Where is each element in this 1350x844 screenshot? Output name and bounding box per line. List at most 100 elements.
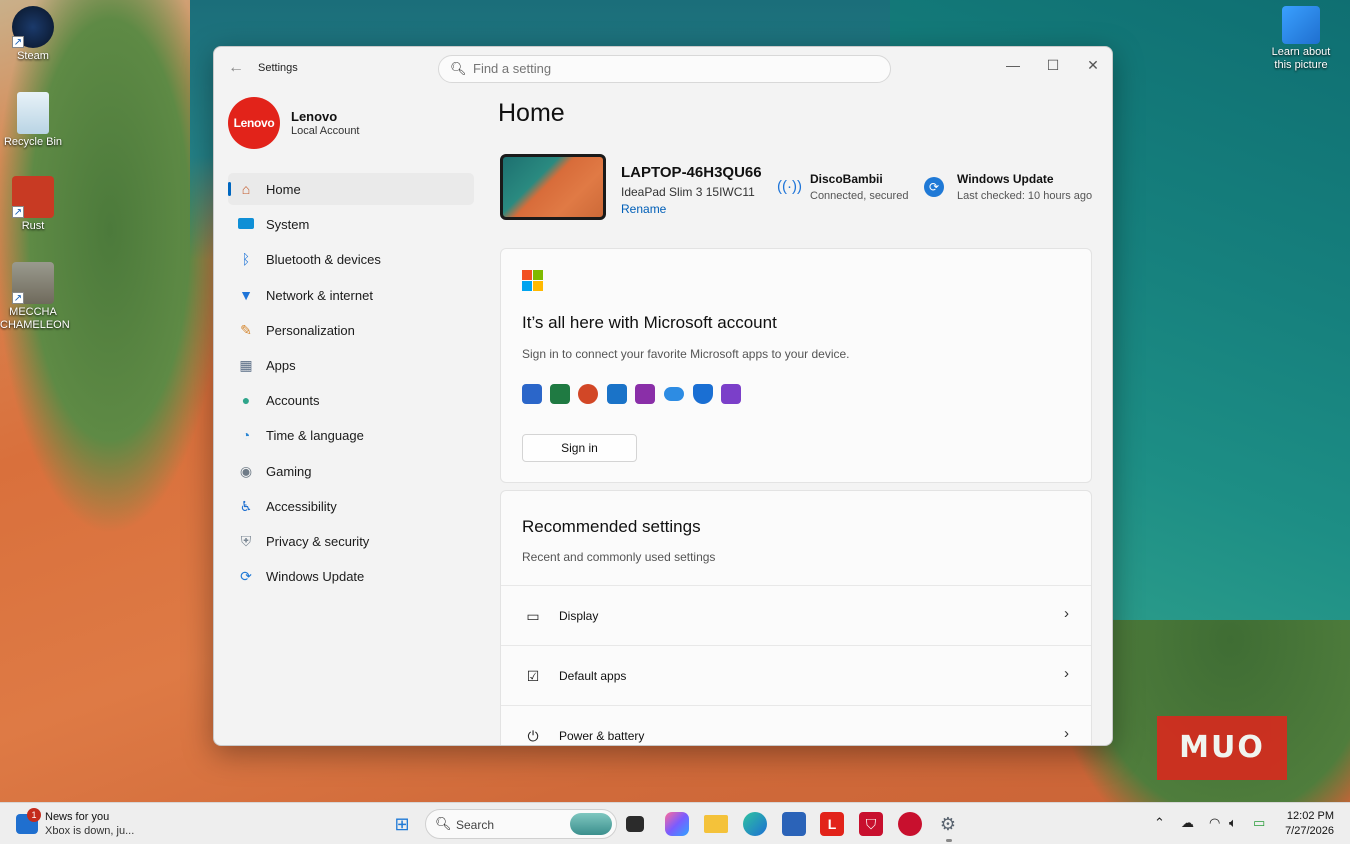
desktop-icon-label: Learn about this picture <box>1271 46 1331 71</box>
battery-charging-icon[interactable]: ▭ <box>1253 815 1265 831</box>
device-wallpaper-thumbnail <box>500 154 606 220</box>
desktop-icon-rust[interactable]: ↗ Rust <box>0 176 66 233</box>
close-button[interactable]: ✕ <box>1073 51 1112 79</box>
ms-account-heading: It’s all here with Microsoft account <box>522 313 777 332</box>
default-apps-icon: ☑ <box>526 668 540 684</box>
recommended-description: Recent and commonly used settings <box>522 550 716 564</box>
chameleon-icon: ↗ <box>12 262 54 304</box>
find-setting-input[interactable] <box>473 61 873 76</box>
nav-item-time-language[interactable]: ◔ Time & language <box>228 419 474 451</box>
news-title: News for you <box>45 811 110 823</box>
desktop-icon-steam[interactable]: ↗ Steam <box>0 6 66 63</box>
network-name[interactable]: DiscoBambii <box>810 172 883 186</box>
nav-item-accounts[interactable]: ● Accounts <box>228 384 474 416</box>
excel-icon <box>550 384 570 404</box>
page-title: Home <box>498 99 565 127</box>
chevron-right-icon: › <box>1064 665 1069 682</box>
desktop-icon-meccha-chameleon[interactable]: ↗ MECCHA CHAMELEON <box>0 262 70 332</box>
ms-account-description: Sign in to connect your favorite Microso… <box>522 347 850 361</box>
desktop-icon-spotlight[interactable]: Learn about this picture <box>1268 6 1334 72</box>
nav-item-gaming[interactable]: ◉ Gaming <box>228 455 474 487</box>
nav-item-label: Personalization <box>266 322 355 338</box>
notification-badge: 1 <box>27 808 41 822</box>
sign-in-button[interactable]: Sign in <box>522 434 637 462</box>
edge-icon[interactable] <box>743 812 767 836</box>
maximize-button[interactable]: ☐ <box>1033 51 1073 79</box>
recommended-settings-card: Recommended settings Recent and commonly… <box>500 490 1092 745</box>
nav-item-system[interactable]: System <box>228 208 474 240</box>
settings-window: ← Settings 🔍︎ — ☐ ✕ Lenovo Lenovo Local … <box>213 46 1113 746</box>
chevron-up-icon[interactable]: ⌃ <box>1154 815 1165 831</box>
nav-item-windows-update[interactable]: ⟳ Windows Update <box>228 560 474 592</box>
desktop-icon-recycle-bin[interactable]: Recycle Bin <box>0 92 66 149</box>
chevron-right-icon: › <box>1064 725 1069 742</box>
nav-item-personalization[interactable]: ✎ Personalization <box>228 314 474 346</box>
nav-item-label: Privacy & security <box>266 533 370 549</box>
nav-item-home[interactable]: ⌂ Home <box>228 173 474 205</box>
outlook-icon <box>607 384 627 404</box>
profile-account-type: Local Account <box>291 125 360 137</box>
taskbar: 1 News for you Xbox is down, ju... ⊞ 🔍︎ … <box>0 802 1350 844</box>
desktop-icon-label: Recycle Bin <box>3 136 63 148</box>
apps-icon: ▦ <box>239 356 253 373</box>
nav-item-label: Time & language <box>266 428 364 444</box>
clock-date: 7/27/2026 <box>1285 825 1334 837</box>
clipchamp-icon <box>721 384 741 404</box>
recommended-item-label: Display <box>559 609 599 623</box>
copilot-icon[interactable] <box>665 812 689 836</box>
shortcut-arrow-icon: ↗ <box>12 292 24 304</box>
nav-item-label: Bluetooth & devices <box>266 252 381 268</box>
find-setting-search[interactable]: 🔍︎ <box>438 55 891 83</box>
taskbar-search[interactable]: 🔍︎ Search <box>425 809 617 839</box>
system-clock[interactable]: 12:02 PM 7/27/2026 <box>1285 809 1334 839</box>
muo-watermark: MUO <box>1157 716 1287 780</box>
minimize-button[interactable]: — <box>993 51 1033 79</box>
onedrive-icon <box>664 387 684 401</box>
wifi-icon: ▼ <box>239 286 253 303</box>
brush-icon: ✎ <box>240 321 252 338</box>
device-model: IdeaPad Slim 3 15IWC11 <box>621 185 755 199</box>
power-icon: ⏻ <box>527 728 539 744</box>
spotlight-info-icon <box>1282 6 1320 44</box>
start-windows-icon[interactable]: ⊞ <box>390 812 414 836</box>
recommended-item-power-battery[interactable]: ⏻ Power & battery › <box>501 705 1091 745</box>
store-icon[interactable] <box>782 812 806 836</box>
file-explorer-icon[interactable] <box>704 815 728 833</box>
lenovo-app-icon[interactable]: L <box>820 812 844 836</box>
volume-icon[interactable]: 🔈︎ <box>1229 815 1237 831</box>
windows-update-status: Last checked: 10 hours ago <box>957 190 1093 202</box>
monitor-icon <box>237 215 255 233</box>
nav-item-label: Accounts <box>266 393 320 409</box>
person-icon: ● <box>241 392 251 409</box>
desktop-icon-label: MECCHA CHAMELEON <box>0 306 70 331</box>
shopping-app-icon[interactable] <box>898 812 922 836</box>
microsoft-account-card: It’s all here with Microsoft account Sig… <box>500 248 1092 483</box>
running-indicator <box>946 839 952 842</box>
bluetooth-icon: ᛒ <box>241 251 251 268</box>
nav-item-network-internet[interactable]: ▼ Network & internet <box>228 279 474 311</box>
globe-clock-icon: ◔ <box>241 427 251 444</box>
task-view-icon[interactable] <box>626 816 644 832</box>
nav-item-accessibility[interactable]: ♿︎ Accessibility <box>228 490 474 522</box>
nav-item-label: Home <box>266 182 301 197</box>
nav-item-label: Apps <box>266 357 296 373</box>
settings-gear-icon[interactable]: ⚙ <box>936 812 960 836</box>
back-arrow-icon[interactable]: ← <box>228 59 244 77</box>
nav-item-label: Gaming <box>266 463 312 479</box>
defender-icon <box>693 384 713 404</box>
cloud-off-icon[interactable]: ☁ <box>1181 815 1194 831</box>
shield-icon: ⛨ <box>240 532 252 549</box>
wifi-tray-icon[interactable]: ◠ <box>1209 815 1220 831</box>
shortcut-arrow-icon: ↗ <box>12 36 24 48</box>
nav-item-bluetooth-devices[interactable]: ᛒ Bluetooth & devices <box>228 243 474 275</box>
recommended-item-default-apps[interactable]: ☑ Default apps › <box>501 645 1091 705</box>
windows-update-title[interactable]: Windows Update <box>957 172 1054 186</box>
steam-icon: ↗ <box>12 6 54 48</box>
recommended-heading: Recommended settings <box>522 517 701 536</box>
recommended-item-display[interactable]: ▭ Display › <box>501 585 1091 645</box>
rename-link[interactable]: Rename <box>621 202 666 216</box>
nav-item-apps[interactable]: ▦ Apps <box>228 349 474 381</box>
nav-item-privacy-security[interactable]: ⛨ Privacy & security <box>228 525 474 557</box>
nav-item-label: Accessibility <box>266 498 337 514</box>
mcafee-icon[interactable]: ⛉ <box>859 812 883 836</box>
